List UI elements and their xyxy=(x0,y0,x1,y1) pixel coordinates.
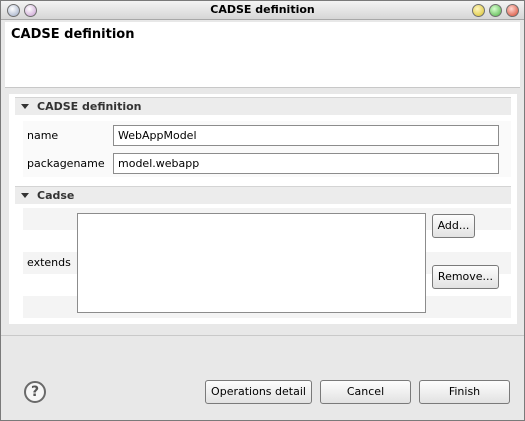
extends-label: extends xyxy=(27,256,71,269)
page-title: CADSE definition xyxy=(11,27,135,42)
packagename-input[interactable]: model.webapp xyxy=(113,153,499,174)
minimize-icon[interactable] xyxy=(472,4,485,17)
section-title-cadse: Cadse xyxy=(37,189,75,202)
packagename-label: packagename xyxy=(27,157,105,170)
window-title: CADSE definition xyxy=(210,3,315,16)
title-bar[interactable]: CADSE definition xyxy=(1,1,524,20)
section-header-definition[interactable]: CADSE definition xyxy=(15,97,511,115)
maximize-icon[interactable] xyxy=(489,4,502,17)
dialog-window: CADSE definition CADSE definition CADSE … xyxy=(0,0,525,421)
name-input[interactable]: WebAppModel xyxy=(113,125,499,146)
name-label: name xyxy=(27,129,59,142)
form-panel: CADSE definition name WebAppModel packag… xyxy=(9,94,517,324)
help-icon[interactable]: ? xyxy=(24,381,46,403)
triangle-down-icon[interactable] xyxy=(21,193,29,198)
section-title-definition: CADSE definition xyxy=(37,100,142,113)
finish-button[interactable]: Finish xyxy=(419,380,510,404)
footer-divider xyxy=(1,335,524,336)
cancel-button[interactable]: Cancel xyxy=(320,380,411,404)
operations-detail-button[interactable]: Operations detail xyxy=(205,380,312,404)
close-icon[interactable] xyxy=(506,4,519,17)
extends-list[interactable] xyxy=(77,213,426,313)
wizard-header: CADSE definition xyxy=(5,22,520,88)
remove-button[interactable]: Remove... xyxy=(432,265,499,289)
add-button[interactable]: Add... xyxy=(432,214,475,238)
section-header-cadse[interactable]: Cadse xyxy=(15,186,511,204)
triangle-down-icon[interactable] xyxy=(21,104,29,109)
